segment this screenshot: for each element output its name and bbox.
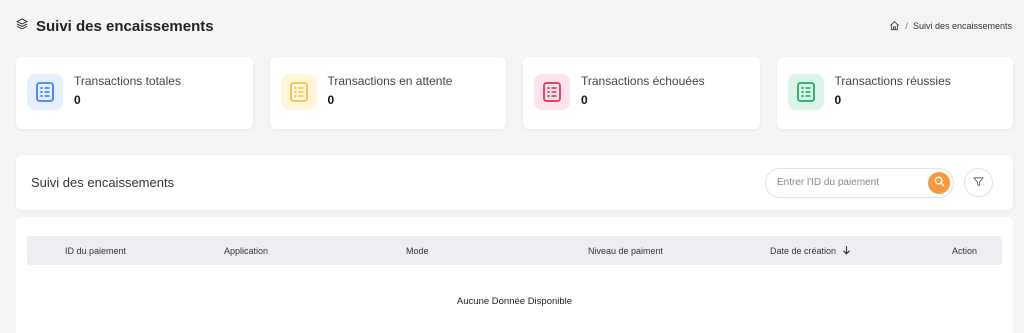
filter-button[interactable]	[964, 168, 993, 197]
list-icon	[280, 74, 317, 110]
search-icon	[934, 174, 945, 192]
stats-cards: Transactions totales 0 Transactions en a…	[16, 57, 1013, 129]
breadcrumb: / Suivi des encaissements	[889, 20, 1012, 33]
column-header-payment-id[interactable]: ID du paiement	[65, 236, 126, 265]
card-value: 0	[581, 92, 588, 107]
table-header: ID du paiement Application Mode Niveau d…	[27, 236, 1002, 265]
card-successful-transactions: Transactions réussies 0	[776, 57, 1013, 129]
card-value: 0	[834, 92, 842, 107]
breadcrumb-separator: /	[905, 21, 908, 31]
search-box	[765, 167, 954, 198]
empty-state: Aucune Donnée Disponible	[456, 296, 573, 307]
column-header-action: Action	[952, 245, 978, 256]
home-icon[interactable]	[889, 20, 900, 33]
card-label: Transactions totales	[74, 73, 181, 88]
list-icon	[27, 74, 63, 110]
breadcrumb-current: Suivi des encaissements	[912, 21, 1012, 31]
card-label: Transactions réussies	[834, 73, 951, 88]
column-header-application[interactable]: Application	[224, 236, 268, 265]
column-header-label: Date de création	[770, 245, 837, 256]
column-header-creation-date[interactable]: Date de création	[770, 236, 851, 265]
card-total-transactions: Transactions totales 0	[16, 57, 253, 129]
card-failed-transactions: Transactions échouées 0	[523, 57, 760, 129]
page-header: Suivi des encaissements / Suivi des enca…	[15, 14, 1012, 38]
arrow-down-icon	[842, 245, 851, 257]
search-button[interactable]	[928, 171, 950, 194]
card-value: 0	[74, 92, 81, 107]
card-label: Transactions échouées	[581, 73, 705, 88]
panel-title: Suivi des encaissements	[31, 175, 175, 190]
search-input[interactable]	[777, 177, 917, 188]
payments-table: ID du paiement Application Mode Niveau d…	[16, 217, 1013, 333]
page-title-group: Suivi des encaissements	[15, 17, 214, 35]
card-label: Transactions en attente	[327, 73, 453, 88]
card-value: 0	[327, 92, 335, 107]
column-header-mode[interactable]: Mode	[406, 236, 429, 265]
filter-icon	[973, 174, 984, 192]
list-icon	[787, 74, 824, 110]
column-header-payment-level[interactable]: Niveau de paiment	[588, 236, 663, 265]
list-icon	[534, 74, 570, 110]
page-title: Suivi des encaissements	[36, 17, 214, 35]
layers-icon	[15, 17, 29, 35]
card-pending-transactions: Transactions en attente 0	[269, 57, 506, 129]
panel-tools	[765, 167, 993, 198]
filter-panel: Suivi des encaissements	[16, 155, 1013, 210]
